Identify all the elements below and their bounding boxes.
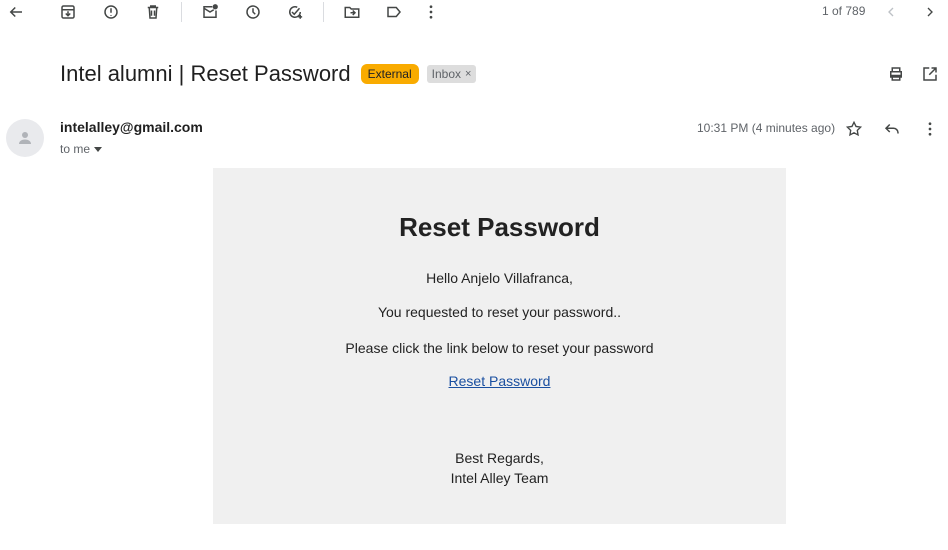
body-signature: Intel Alley Team: [450, 470, 549, 486]
archive-icon[interactable]: [56, 0, 80, 24]
remove-label-icon[interactable]: ×: [465, 68, 471, 80]
print-icon[interactable]: [885, 63, 907, 85]
report-spam-icon[interactable]: [99, 0, 123, 24]
toolbar-divider: [323, 2, 324, 22]
recipient-text: to me: [60, 142, 91, 156]
caret-down-icon: [94, 146, 103, 152]
open-new-window-icon[interactable]: [919, 63, 941, 85]
external-label: External: [360, 64, 419, 84]
email-subject: Intel alumni | Reset Password: [60, 61, 351, 86]
reset-link-row: Reset Password: [213, 373, 786, 389]
sender-email[interactable]: intelalley@gmail.com: [60, 119, 203, 135]
mark-unread-icon[interactable]: [198, 0, 222, 24]
message-more-icon[interactable]: [919, 118, 941, 140]
body-line-request: You requested to reset your password..: [377, 304, 622, 320]
body-closing: Best Regards,: [455, 450, 544, 466]
avatar: [6, 119, 44, 157]
move-to-icon[interactable]: [340, 0, 364, 24]
inbox-label[interactable]: Inbox ×: [426, 65, 477, 83]
email-body: Reset Password Hello Anjelo Villafranca,…: [213, 168, 786, 524]
message-counter: 1 of 789: [822, 4, 866, 18]
newer-chevron-left-icon[interactable]: [879, 0, 903, 24]
delete-icon[interactable]: [141, 0, 165, 24]
label-icon[interactable]: [382, 0, 406, 24]
toolbar-divider: [181, 2, 182, 22]
back-arrow-icon[interactable]: [4, 0, 28, 24]
snooze-icon[interactable]: [241, 0, 265, 24]
body-greeting: Hello Anjelo Villafranca,: [426, 270, 573, 286]
body-line-instruction: Please click the link below to reset you…: [345, 340, 654, 356]
email-timestamp: 10:31 PM (4 minutes ago): [697, 121, 836, 135]
add-to-tasks-icon[interactable]: [283, 0, 307, 24]
recipient-details-toggle[interactable]: to me: [60, 142, 103, 156]
reset-password-link[interactable]: Reset Password: [449, 373, 551, 389]
subject-row: Intel alumni | Reset Password External I…: [60, 59, 477, 89]
person-icon: [19, 132, 31, 144]
reply-icon[interactable]: [881, 118, 903, 140]
older-chevron-right-icon[interactable]: [918, 0, 942, 24]
inbox-label-text: Inbox: [431, 67, 462, 81]
star-icon[interactable]: [843, 118, 865, 140]
more-vert-icon[interactable]: [419, 0, 443, 24]
body-title: Reset Password: [399, 212, 600, 242]
toolbar: 1 of 789: [0, 0, 948, 24]
